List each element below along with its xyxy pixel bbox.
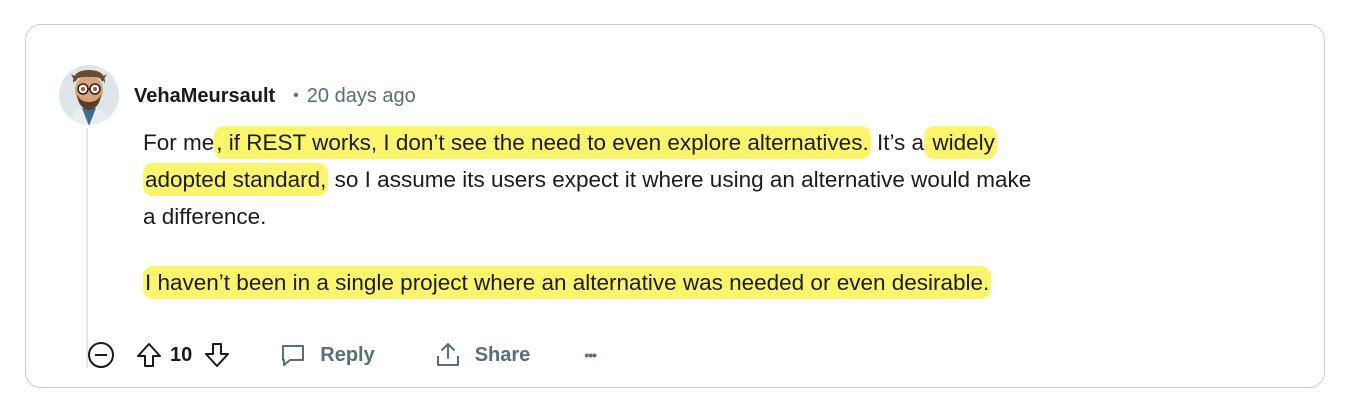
- highlighted-text: I haven’t been in a single project where…: [143, 266, 992, 299]
- share-button[interactable]: Share: [433, 340, 531, 370]
- vote-count: 10: [170, 343, 193, 366]
- text-segment: so I assume its users expect it where us…: [328, 167, 1032, 192]
- reply-icon: [282, 345, 305, 366]
- highlighted-text: widely: [924, 126, 997, 159]
- comment-actions: 10 Reply Share •••: [86, 337, 597, 373]
- comment-body: For me, if REST works, I don’t see the n…: [143, 124, 1303, 301]
- share-label: Share: [474, 343, 531, 366]
- thread-line[interactable]: [86, 128, 88, 368]
- highlighted-text: adopted standard,: [143, 163, 329, 196]
- upvote-icon[interactable]: [134, 340, 164, 370]
- collapse-icon[interactable]: [86, 340, 116, 370]
- text-segment: a difference.: [143, 204, 267, 229]
- comment-paragraph: I haven’t been in a single project where…: [143, 264, 1303, 301]
- comment-paragraph-line: adopted standard, so I assume its users …: [143, 161, 1303, 198]
- text-segment: For me: [143, 130, 215, 155]
- comment-paragraph-line: a difference.: [143, 198, 1303, 235]
- downvote-icon[interactable]: [202, 340, 232, 370]
- meta-separator: •: [293, 87, 299, 104]
- text-segment: It’s a: [870, 130, 925, 155]
- reply-button[interactable]: Reply: [278, 340, 375, 370]
- timestamp[interactable]: 20 days ago: [307, 85, 416, 108]
- highlighted-text: , if REST works, I don’t see the need to…: [214, 126, 871, 159]
- more-icon[interactable]: •••: [584, 347, 597, 363]
- comment-header: VehaMeursault • 20 days ago: [134, 82, 416, 110]
- avatar[interactable]: [58, 64, 120, 126]
- reply-label: Reply: [320, 343, 375, 366]
- comment-paragraph: For me, if REST works, I don’t see the n…: [143, 124, 1303, 161]
- share-icon: [436, 343, 459, 366]
- username[interactable]: VehaMeursault: [134, 85, 275, 108]
